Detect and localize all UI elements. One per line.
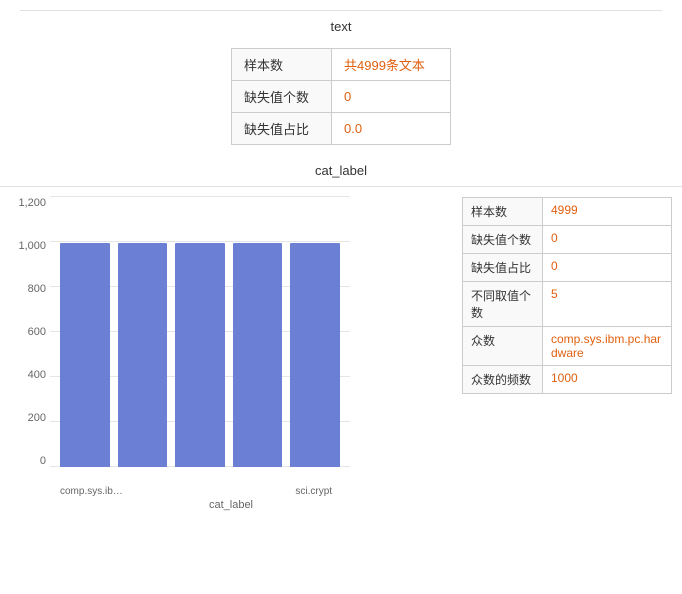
row-label: 样本数 bbox=[463, 198, 543, 226]
cat-stats-table: 样本数4999缺失值个数0缺失值占比0不同取值个数5众数comp.sys.ibm… bbox=[462, 197, 672, 394]
row-value: 1000 bbox=[543, 366, 672, 394]
row-value: 共4999条文本 bbox=[332, 49, 451, 81]
y-label: 0 bbox=[40, 455, 46, 467]
text-stats-table: 样本数共4999条文本缺失值个数0缺失值占比0.0 bbox=[231, 48, 451, 145]
row-value: comp.sys.ibm.pc.hardware bbox=[543, 327, 672, 366]
x-label-group: sci.crypt bbox=[288, 486, 341, 497]
table-row: 缺失值个数0 bbox=[232, 81, 451, 113]
y-label: 1,000 bbox=[18, 240, 46, 252]
chart-wrapper: 1,200 1,000 800 600 400 200 0 comp.sys.ibm.pc.… bbox=[10, 197, 350, 497]
y-label: 200 bbox=[28, 412, 46, 424]
table-row: 缺失值个数0 bbox=[463, 226, 672, 254]
row-label: 样本数 bbox=[232, 49, 332, 81]
bar bbox=[175, 243, 225, 467]
row-value: 5 bbox=[543, 282, 672, 327]
table-row: 缺失值占比0.0 bbox=[232, 113, 451, 145]
table-row: 众数的频数1000 bbox=[463, 366, 672, 394]
table-row: 样本数4999 bbox=[463, 198, 672, 226]
table-row: 缺失值占比0 bbox=[463, 254, 672, 282]
y-label: 1,200 bbox=[18, 197, 46, 209]
row-label: 众数的频数 bbox=[463, 366, 543, 394]
row-value: 4999 bbox=[543, 198, 672, 226]
bar bbox=[290, 243, 340, 467]
table-row: 样本数共4999条文本 bbox=[232, 49, 451, 81]
table-row: 不同取值个数5 bbox=[463, 282, 672, 327]
row-value: 0.0 bbox=[332, 113, 451, 145]
bars-row bbox=[50, 197, 350, 467]
row-label: 众数 bbox=[463, 327, 543, 366]
x-label: sci.crypt bbox=[295, 486, 332, 497]
chart-area: 1,200 1,000 800 600 400 200 0 comp.sys.ibm.pc.… bbox=[0, 197, 452, 511]
cat-section-title: cat_label bbox=[0, 155, 682, 178]
x-label: comp.sys.ibm.pc.hardware bbox=[60, 486, 130, 497]
row-label: 缺失值占比 bbox=[232, 113, 332, 145]
cat-section: cat_label 1,200 1,000 800 600 400 200 0 comp.s… bbox=[0, 155, 682, 521]
x-axis-title: cat_label bbox=[10, 499, 452, 511]
row-value: 0 bbox=[543, 226, 672, 254]
row-value: 0 bbox=[332, 81, 451, 113]
row-label: 缺失值个数 bbox=[463, 226, 543, 254]
y-label: 600 bbox=[28, 326, 46, 338]
bar bbox=[60, 243, 110, 467]
text-section-title: text bbox=[20, 10, 662, 38]
text-section: text 样本数共4999条文本缺失值个数0缺失值占比0.0 bbox=[0, 0, 682, 155]
row-label: 缺失值个数 bbox=[232, 81, 332, 113]
bar bbox=[233, 243, 283, 467]
bars-container bbox=[50, 197, 350, 467]
y-axis: 1,200 1,000 800 600 400 200 0 bbox=[10, 197, 50, 467]
table-row: 众数comp.sys.ibm.pc.hardware bbox=[463, 327, 672, 366]
stats-panel: 样本数4999缺失值个数0缺失值占比0不同取值个数5众数comp.sys.ibm… bbox=[462, 197, 672, 394]
row-value: 0 bbox=[543, 254, 672, 282]
x-axis-labels: comp.sys.ibm.pc.hardware sci.crypt bbox=[50, 467, 350, 497]
bar bbox=[118, 243, 168, 467]
x-label-group: comp.sys.ibm.pc.hardware bbox=[60, 486, 130, 497]
y-label: 400 bbox=[28, 369, 46, 381]
row-label: 不同取值个数 bbox=[463, 282, 543, 327]
y-label: 800 bbox=[28, 283, 46, 295]
row-label: 缺失值占比 bbox=[463, 254, 543, 282]
